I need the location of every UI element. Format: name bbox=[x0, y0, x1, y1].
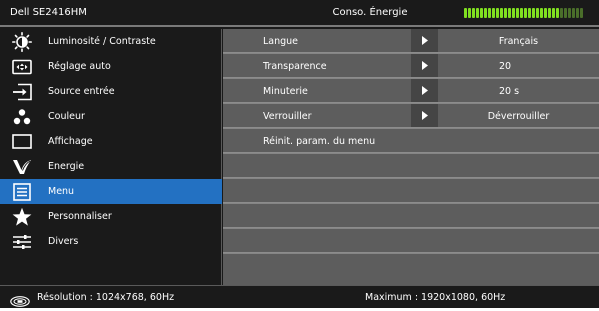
energy-meter-segment bbox=[472, 8, 475, 18]
energy-meter-segment bbox=[500, 8, 503, 18]
submenu-panel: Langue Français Transparence 20 Minuteri… bbox=[223, 29, 599, 285]
submenu-row-transparency[interactable]: Transparence 20 bbox=[223, 54, 599, 78]
menu-item-auto-adjust[interactable]: Réglage auto bbox=[0, 54, 222, 79]
display-icon bbox=[9, 129, 35, 154]
menu-item-display[interactable]: Affichage bbox=[0, 129, 222, 154]
monitor-osd: Dell SE2416HM Conso. Énergie Luminosité … bbox=[0, 0, 599, 308]
submenu-row-empty bbox=[223, 179, 599, 203]
color-icon bbox=[9, 104, 35, 129]
energy-meter-segment bbox=[536, 8, 539, 18]
submenu-value: 20 s bbox=[499, 86, 520, 97]
right-arrow-icon bbox=[411, 104, 438, 127]
energy-meter-segment bbox=[580, 8, 583, 18]
submenu-value: Déverrouiller bbox=[487, 111, 550, 122]
menu-label: Luminosité / Contraste bbox=[48, 36, 156, 47]
energy-meter-segment bbox=[544, 8, 547, 18]
menu-item-energy[interactable]: Energie bbox=[0, 154, 222, 179]
menu-icon bbox=[9, 179, 35, 204]
energy-meter-segment bbox=[548, 8, 551, 18]
menu-label: Affichage bbox=[48, 136, 93, 147]
submenu-row-timer[interactable]: Minuterie 20 s bbox=[223, 79, 599, 103]
input-source-icon bbox=[9, 79, 35, 104]
menu-label: Couleur bbox=[48, 111, 85, 122]
model-name: Dell SE2416HM bbox=[10, 7, 87, 18]
energy-meter-segment bbox=[568, 8, 571, 18]
header-bar: Dell SE2416HM Conso. Énergie bbox=[0, 0, 599, 27]
right-arrow-icon bbox=[411, 29, 438, 52]
submenu-row-empty bbox=[223, 254, 599, 285]
energy-title: Conso. Énergie bbox=[332, 7, 408, 18]
submenu-row-menu-reset[interactable]: Réinit. param. du menu bbox=[223, 129, 599, 153]
energy-meter-segment bbox=[576, 8, 579, 18]
resolution-text: Résolution : 1024x768, 60Hz bbox=[37, 292, 175, 303]
energy-meter-segment bbox=[532, 8, 535, 18]
submenu-label: Verrouiller bbox=[263, 111, 312, 122]
menu-item-color[interactable]: Couleur bbox=[0, 104, 222, 129]
star-icon bbox=[9, 204, 35, 229]
auto-adjust-icon bbox=[9, 54, 35, 79]
menu-label: Divers bbox=[48, 236, 79, 247]
submenu-row-empty bbox=[223, 154, 599, 178]
energy-meter-segment bbox=[512, 8, 515, 18]
energy-meter-segment bbox=[528, 8, 531, 18]
energy-meter-segment bbox=[516, 8, 519, 18]
energy-meter-segment bbox=[540, 8, 543, 18]
menu-item-input-source[interactable]: Source entrée bbox=[0, 79, 222, 104]
energy-icon bbox=[9, 154, 35, 179]
submenu-value: Français bbox=[498, 36, 539, 47]
submenu-label: Réinit. param. du menu bbox=[263, 136, 376, 147]
others-icon bbox=[9, 229, 35, 254]
submenu-row-lock[interactable]: Verrouiller Déverrouiller bbox=[223, 104, 599, 128]
energy-meter-segment bbox=[476, 8, 479, 18]
submenu-value: 20 bbox=[499, 61, 512, 72]
menu-label: Source entrée bbox=[48, 86, 115, 97]
energy-meter-segment bbox=[572, 8, 575, 18]
right-arrow-icon bbox=[411, 54, 438, 77]
submenu-row-empty bbox=[223, 229, 599, 253]
energy-meter-segment bbox=[496, 8, 499, 18]
energy-meter-segment bbox=[492, 8, 495, 18]
energy-meter-segment bbox=[484, 8, 487, 18]
energy-meter-segment bbox=[520, 8, 523, 18]
status-bar: Résolution : 1024x768, 60Hz Maximum : 19… bbox=[0, 285, 599, 308]
energy-meter-segment bbox=[556, 8, 559, 18]
menu-item-brightness-contrast[interactable]: Luminosité / Contraste bbox=[0, 29, 222, 54]
submenu-row-language[interactable]: Langue Français bbox=[223, 29, 599, 53]
energy-meter bbox=[464, 8, 583, 18]
menu-label: Personnaliser bbox=[48, 211, 112, 222]
submenu-label: Minuterie bbox=[263, 86, 308, 97]
menu-item-personalize[interactable]: Personnaliser bbox=[0, 204, 222, 229]
energy-meter-segment bbox=[524, 8, 527, 18]
submenu-label: Langue bbox=[263, 36, 299, 47]
brightness-icon bbox=[9, 29, 35, 54]
submenu-row-empty bbox=[223, 204, 599, 228]
menu-label: Menu bbox=[48, 186, 75, 197]
right-arrow-icon bbox=[411, 79, 438, 102]
energy-meter-segment bbox=[488, 8, 491, 18]
main-menu: Luminosité / Contraste Réglage auto Sour… bbox=[0, 29, 222, 285]
energy-meter-segment bbox=[480, 8, 483, 18]
submenu-label: Transparence bbox=[263, 61, 327, 72]
menu-label: Energie bbox=[48, 161, 85, 172]
resolution-icon bbox=[10, 292, 30, 307]
menu-label: Réglage auto bbox=[48, 61, 111, 72]
menu-item-others[interactable]: Divers bbox=[0, 229, 222, 254]
energy-meter-segment bbox=[564, 8, 567, 18]
max-resolution-text: Maximum : 1920x1080, 60Hz bbox=[365, 292, 506, 303]
energy-meter-segment bbox=[504, 8, 507, 18]
menu-item-menu[interactable]: Menu bbox=[0, 179, 222, 204]
energy-meter-segment bbox=[508, 8, 511, 18]
energy-meter-segment bbox=[464, 8, 467, 18]
energy-meter-segment bbox=[552, 8, 555, 18]
energy-meter-segment bbox=[468, 8, 471, 18]
energy-meter-segment bbox=[560, 8, 563, 18]
